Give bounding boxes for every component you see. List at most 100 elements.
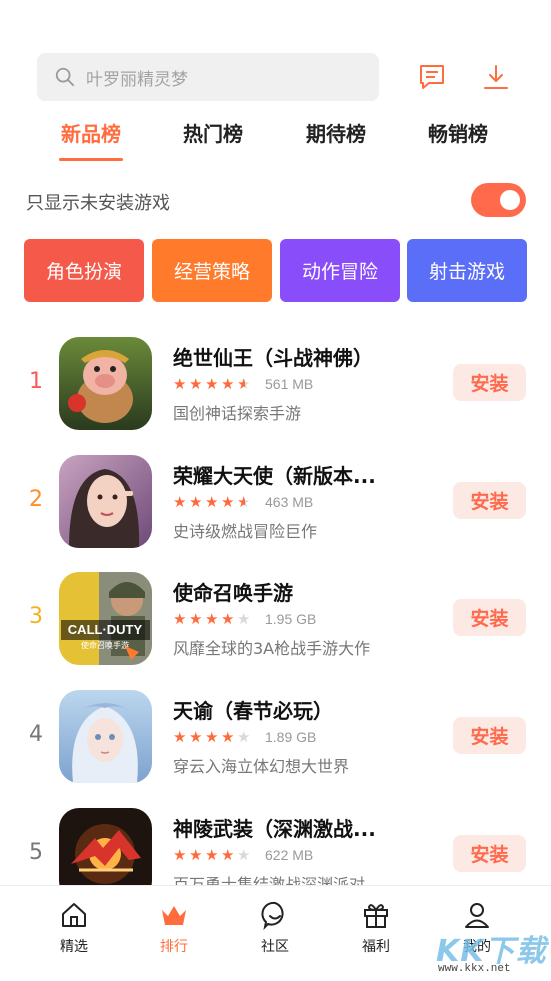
nav-label: 排行 — [160, 939, 188, 955]
game-description: 风靡全球的3A枪战手游大作 — [173, 639, 371, 658]
nav-community[interactable]: 社区 — [235, 900, 315, 956]
game-icon[interactable] — [59, 455, 152, 548]
category-role-play[interactable]: 角色扮演 — [24, 239, 144, 302]
rating: ★ ★ ★ ★ ★ 1.89 GB — [173, 728, 316, 746]
search-input[interactable]: 叶罗丽精灵梦 — [86, 65, 188, 90]
install-button[interactable]: 安装 — [453, 717, 526, 754]
game-icon[interactable] — [59, 337, 152, 430]
star-icon: ★ — [237, 375, 253, 393]
icon-subtext: 使命召唤手游 — [81, 640, 129, 650]
star-icon: ★ — [221, 846, 235, 864]
star-icon: ★ — [205, 493, 219, 511]
game-title: 神陵武装（深渊激战... — [173, 817, 376, 841]
game-row[interactable]: 2 荣耀大天使（新版本... ★ ★ ★ ★ ★ 463 MB 史诗级燃战冒险巨作 安装 — [0, 455, 551, 565]
rank-number: 3 — [29, 604, 43, 629]
rating-stars: ★ ★ ★ ★ ★ — [173, 846, 253, 864]
file-size: 622 MB — [265, 847, 314, 863]
category-label: 动作冒险 — [301, 261, 378, 283]
star-icon: ★ — [173, 493, 187, 511]
game-title: 天谕（春节必玩） — [173, 699, 333, 723]
install-button[interactable]: 安装 — [453, 482, 526, 519]
game-icon[interactable]: CALL·DUTY 使命召唤手游 — [59, 572, 152, 665]
file-size: 1.95 GB — [265, 611, 317, 627]
star-icon: ★ — [205, 610, 219, 628]
star-icon: ★ — [237, 493, 253, 511]
nav-featured[interactable]: 精选 — [34, 900, 114, 956]
nav-benefits[interactable]: 福利 — [336, 900, 416, 956]
game-row[interactable]: 3 CALL·DUTY 使命召唤手游 使命召唤手游 ★ ★ ★ ★ ★ 1.95 GB … — [0, 572, 551, 682]
star-icon: ★ — [237, 728, 251, 746]
game-icon[interactable] — [59, 690, 152, 783]
rating: ★ ★ ★ ★ ★ 622 MB — [173, 846, 313, 864]
star-icon: ★ — [173, 846, 187, 864]
tab-bestselling[interactable]: 畅销榜 — [408, 118, 508, 147]
star-icon: ★ — [221, 375, 235, 393]
game-title: 荣耀大天使（新版本... — [173, 464, 376, 488]
game-row[interactable]: 1 绝世仙王（斗战神佛） ★ ★ ★ ★ ★ 561 MB 国创神话探索手游 安装 — [0, 337, 551, 447]
nav-label: 福利 — [362, 939, 390, 955]
gift-icon — [364, 904, 388, 928]
category-shooter[interactable]: 射击游戏 — [407, 239, 527, 302]
uninstalled-only-toggle[interactable] — [471, 183, 526, 217]
game-title: 使命召唤手游 — [173, 581, 293, 605]
community-icon — [261, 901, 284, 930]
message-icon[interactable] — [417, 62, 447, 92]
install-button[interactable]: 安装 — [453, 835, 526, 872]
rank-number: 1 — [29, 369, 43, 394]
nav-label: 精选 — [60, 939, 88, 955]
star-icon: ★ — [173, 375, 187, 393]
game-row[interactable]: 4 天谕（春节必玩） ★ ★ ★ ★ ★ 1.89 GB 穿云入海立体幻想大世界 安装 — [0, 690, 551, 800]
rank-number: 2 — [29, 487, 43, 512]
install-button[interactable]: 安装 — [453, 599, 526, 636]
category-bar: 角色扮演 经营策略 动作冒险 射击游戏 — [24, 239, 527, 302]
nav-label: 社区 — [261, 939, 289, 955]
star-icon: ★ — [237, 610, 251, 628]
star-icon: ★ — [221, 728, 235, 746]
watermark: KK下载 www.kkx.net — [432, 926, 551, 981]
category-label: 经营策略 — [173, 261, 250, 283]
rank-number: 5 — [29, 840, 43, 865]
category-strategy[interactable]: 经营策略 — [152, 239, 272, 302]
install-button[interactable]: 安装 — [453, 364, 526, 401]
game-description: 国创神话探索手游 — [173, 404, 302, 423]
star-icon: ★ — [173, 610, 187, 628]
file-size: 1.89 GB — [265, 729, 317, 745]
category-label: 射击游戏 — [428, 261, 505, 283]
star-icon: ★ — [221, 493, 235, 511]
tab-active-indicator — [59, 158, 123, 161]
star-icon: ★ — [205, 375, 219, 393]
star-icon: ★ — [189, 728, 203, 746]
search-bar[interactable]: 叶罗丽精灵梦 — [37, 53, 379, 101]
nav-ranking[interactable]: 排行 — [134, 900, 214, 956]
game-title: 绝世仙王（斗战神佛） — [173, 346, 373, 370]
star-icon: ★ — [173, 728, 187, 746]
game-description: 穿云入海立体幻想大世界 — [173, 757, 350, 776]
rating-stars: ★ ★ ★ ★ ★ — [173, 728, 253, 746]
rating: ★ ★ ★ ★ ★ 561 MB — [173, 375, 313, 393]
tab-new[interactable]: 新品榜 — [41, 118, 141, 147]
rating-stars: ★ ★ ★ ★ ★ — [173, 610, 253, 628]
download-icon[interactable] — [481, 62, 511, 92]
ranking-tabs: 新品榜 热门榜 期待榜 畅销榜 — [0, 118, 551, 168]
star-icon: ★ — [189, 375, 203, 393]
rank-number: 4 — [29, 722, 43, 747]
star-icon: ★ — [189, 493, 203, 511]
category-action[interactable]: 动作冒险 — [280, 239, 400, 302]
rating-stars: ★ ★ ★ ★ ★ — [173, 375, 253, 393]
watermark-url: www.kkx.net — [438, 963, 511, 975]
category-label: 角色扮演 — [45, 261, 122, 283]
toggle-knob — [500, 190, 520, 210]
tab-expected[interactable]: 期待榜 — [286, 118, 386, 147]
icon-text: CALL·DUTY — [68, 622, 143, 637]
star-icon: ★ — [237, 846, 251, 864]
game-description: 史诗级燃战冒险巨作 — [173, 522, 318, 541]
star-icon: ★ — [221, 610, 235, 628]
filter-label: 只显示未安装游戏 — [26, 193, 170, 214]
rating-stars: ★ ★ ★ ★ ★ — [173, 493, 253, 511]
file-size: 561 MB — [265, 376, 314, 392]
rating: ★ ★ ★ ★ ★ 463 MB — [173, 493, 313, 511]
star-icon: ★ — [205, 728, 219, 746]
tab-hot[interactable]: 热门榜 — [163, 118, 263, 147]
crown-icon — [162, 906, 186, 925]
star-icon: ★ — [189, 846, 203, 864]
